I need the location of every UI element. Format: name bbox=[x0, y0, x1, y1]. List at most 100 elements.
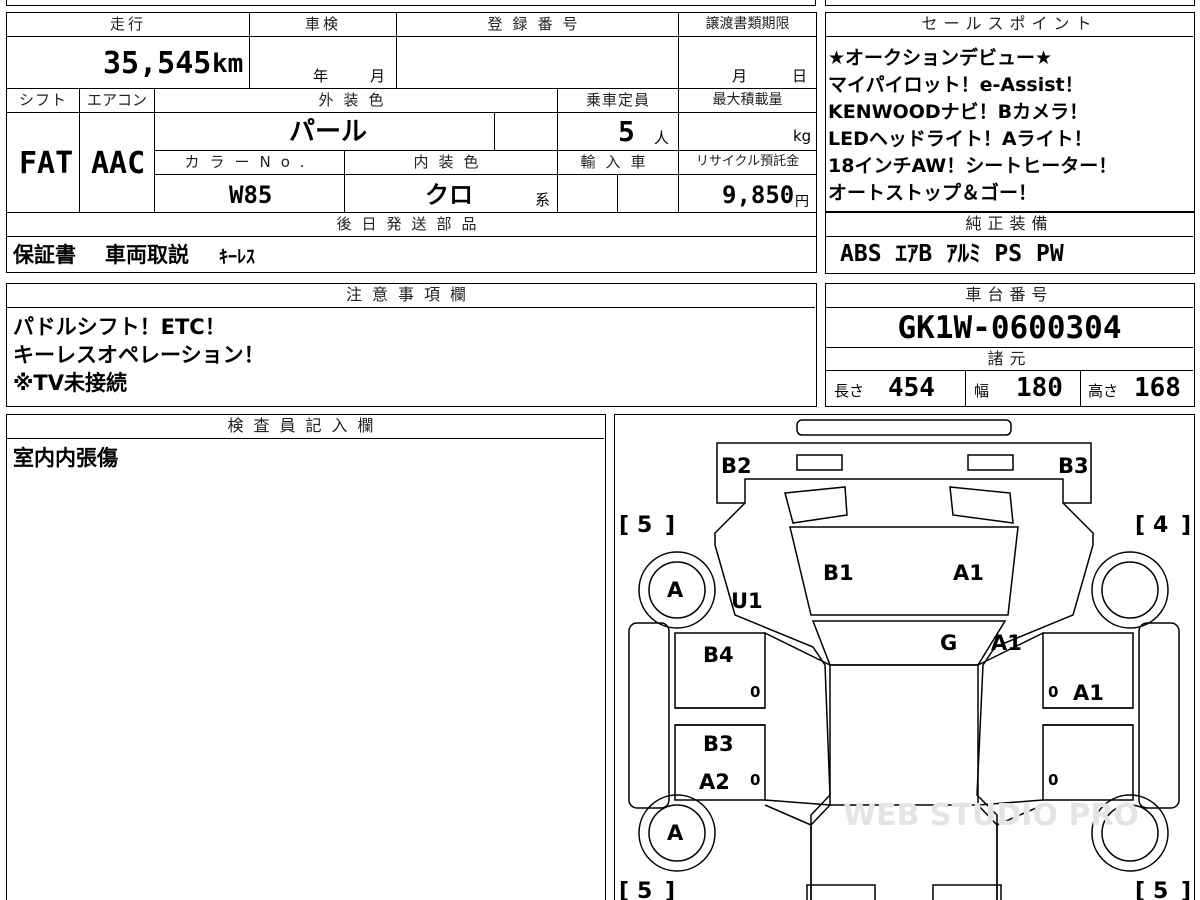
notes-line-1: パドルシフト！ETC！ bbox=[13, 315, 226, 339]
inspection-month-unit: 月 bbox=[370, 67, 386, 85]
sales-point-1: ★オークションデビュー★ bbox=[828, 47, 1053, 69]
mark-u1: U1 bbox=[731, 589, 763, 613]
mileage-value: 35,545 bbox=[103, 46, 212, 81]
front-light-left bbox=[796, 454, 843, 471]
sales-point-2: マイパイロット！e-Assist！ bbox=[828, 74, 1084, 96]
mark-b3-side: B3 bbox=[703, 732, 734, 756]
inspector-header: 検査員記入欄 bbox=[7, 415, 604, 439]
mark-b3: B3 bbox=[1058, 454, 1089, 478]
car-diagram: [ 5 ] [ 4 ] [ 5 ] [ 5 ] B2 B3 B1 A1 A U1… bbox=[619, 419, 1191, 900]
inspector-comment: 室内内張傷 bbox=[13, 446, 118, 470]
svg-text:]: ] bbox=[1181, 513, 1191, 538]
later-shipping-item-3: ｷｰﾚｽ bbox=[219, 247, 255, 268]
sales-points-box: セールスポイント ★オークションデビュー★ マイパイロット！e-Assist！ … bbox=[825, 12, 1195, 212]
front-light-right bbox=[967, 454, 1014, 471]
shift-value: FAT bbox=[19, 146, 74, 181]
recycle-fee-value: 9,850 bbox=[722, 181, 795, 209]
width-label: 幅 bbox=[974, 382, 990, 400]
mirror-left-shape bbox=[784, 486, 848, 524]
transfer-deadline-label: 譲渡書類期限 bbox=[679, 13, 816, 37]
car-diagram-box: [ 5 ] [ 4 ] [ 5 ] [ 5 ] B2 B3 B1 A1 A U1… bbox=[614, 414, 1195, 900]
svg-text:[: [ bbox=[619, 513, 629, 538]
mark-a1-door: A1 bbox=[1073, 681, 1104, 705]
capacity-label: 乗車定員 bbox=[558, 89, 679, 113]
exterior-color-label: 外装色 bbox=[155, 89, 558, 113]
inspector-box: 検査員記入欄 室内内張傷 bbox=[6, 414, 606, 900]
svg-text:[: [ bbox=[1135, 879, 1145, 900]
length-value: 454 bbox=[888, 373, 935, 403]
sales-point-3: KENWOODナビ！Bカメラ！ bbox=[828, 101, 1089, 123]
door-zero-rear-right: 0 bbox=[1048, 771, 1058, 789]
svg-text:[: [ bbox=[619, 879, 629, 900]
mark-b1: B1 bbox=[823, 561, 854, 585]
capacity-unit: 人 bbox=[654, 129, 670, 147]
svg-text:[: [ bbox=[1135, 513, 1145, 538]
sales-point-6: オートストップ＆ゴー！ bbox=[828, 182, 1038, 204]
recycle-label: リサイクル預託金 bbox=[679, 151, 816, 175]
import-value bbox=[558, 175, 618, 213]
width-value: 180 bbox=[1016, 373, 1063, 403]
standard-equipment-header: 純正装備 bbox=[826, 213, 1193, 237]
rear-light-right bbox=[932, 884, 1002, 900]
standard-equipment-box: 純正装備 ABS ｴｱB ｱﾙﾐ PS PW bbox=[825, 212, 1195, 274]
mileage-unit: km bbox=[212, 49, 244, 79]
standard-equipment-value: ABS ｴｱB ｱﾙﾐ PS PW bbox=[840, 241, 1064, 267]
step-rail-left bbox=[628, 622, 670, 809]
later-shipping-header: 後日発送部品 bbox=[7, 213, 816, 237]
import-label: 輸入車 bbox=[558, 151, 679, 175]
mirror-right-shape bbox=[949, 486, 1014, 524]
door-zero-rear-left: 0 bbox=[750, 771, 760, 789]
vehicle-info-table: 走行 車検 登録番号 譲渡書類期限 35,545 km 年 月 月 日 シフト … bbox=[6, 12, 817, 273]
wheel-front-right bbox=[1091, 551, 1169, 629]
length-label: 長さ bbox=[834, 382, 865, 400]
mark-a1-roof: A1 bbox=[953, 561, 984, 585]
mileage-label: 走行 bbox=[7, 13, 250, 37]
tire-depth-rear-left: 5 bbox=[637, 879, 652, 900]
inspection-year-unit: 年 bbox=[313, 67, 329, 85]
later-shipping-item-1: 保証書 bbox=[13, 243, 76, 267]
interior-color-label: 内装色 bbox=[345, 151, 558, 175]
top-strip bbox=[0, 0, 1200, 8]
rear-light-left bbox=[806, 884, 876, 900]
aircon-value: AAC bbox=[91, 146, 146, 181]
specs-header: 諸元 bbox=[826, 347, 1193, 371]
tire-depth-front-right: 4 bbox=[1153, 513, 1168, 538]
chassis-number: GK1W-0600304 bbox=[897, 310, 1122, 346]
notes-line-3: ※TV未接続 bbox=[13, 371, 127, 395]
interior-color-value: クロ bbox=[425, 181, 473, 209]
front-frame-shape bbox=[716, 442, 1092, 504]
svg-text:]: ] bbox=[665, 879, 675, 900]
step-rail-right bbox=[1138, 622, 1180, 809]
sales-points-header: セールスポイント bbox=[826, 13, 1193, 37]
front-bumper-shape bbox=[796, 419, 1012, 436]
door-zero-front-right: 0 bbox=[1048, 683, 1058, 701]
inspection-label: 車検 bbox=[250, 13, 397, 37]
height-value: 168 bbox=[1134, 373, 1181, 403]
mark-a2: A2 bbox=[699, 770, 730, 794]
registration-value bbox=[397, 37, 679, 89]
notes-box: 注意事項欄 パドルシフト！ETC！ キーレスオペレーション！ ※TV未接続 bbox=[6, 283, 817, 407]
tire-depth-rear-right: 5 bbox=[1153, 879, 1168, 900]
roof-shape bbox=[811, 620, 1007, 666]
height-label: 高さ bbox=[1088, 382, 1119, 400]
capacity-value: 5 bbox=[618, 115, 635, 148]
notes-line-2: キーレスオペレーション！ bbox=[13, 343, 265, 367]
recycle-fee-unit: 円 bbox=[795, 194, 809, 210]
door-zero-front-left: 0 bbox=[750, 683, 760, 701]
tire-depth-front-left: 5 bbox=[637, 513, 652, 538]
mark-tire-rear-left: A bbox=[667, 821, 684, 845]
sales-point-4: LEDヘッドライト！Aライト！ bbox=[828, 128, 1093, 150]
mark-b2: B2 bbox=[721, 454, 752, 478]
exterior-color-value: パール bbox=[289, 117, 368, 147]
mark-tire-front-left: A bbox=[667, 578, 684, 602]
mark-a1-pillar: A1 bbox=[991, 631, 1022, 655]
svg-text:]: ] bbox=[665, 513, 675, 538]
max-load-unit: kg bbox=[793, 127, 812, 145]
max-load-label: 最大積載量 bbox=[679, 89, 816, 113]
watermark: WEB STUDIO PRO bbox=[843, 798, 1139, 833]
registration-label: 登録番号 bbox=[397, 13, 679, 37]
shift-label: シフト bbox=[7, 89, 80, 113]
aircon-label: エアコン bbox=[80, 89, 155, 113]
mark-b4: B4 bbox=[703, 643, 734, 667]
color-no-label: カラーNo. bbox=[155, 151, 345, 175]
